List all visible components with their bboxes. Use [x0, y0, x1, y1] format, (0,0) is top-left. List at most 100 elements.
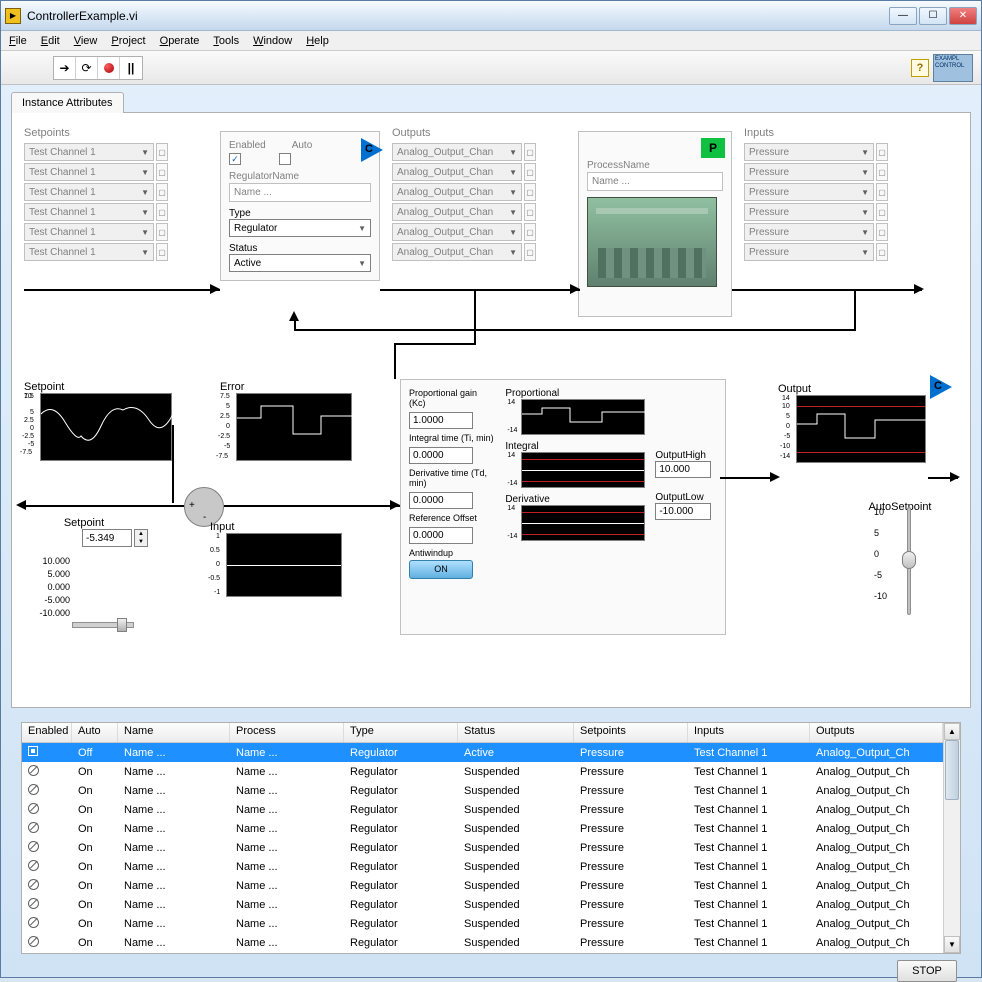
setpoint-select-0[interactable]: Test Channel 1▼: [24, 143, 154, 161]
output-dim-5[interactable]: ▢: [524, 243, 536, 261]
setpoint-slider[interactable]: [72, 622, 134, 628]
table-row[interactable]: On Name ... Name ... Regulator Suspended…: [22, 876, 943, 895]
status-select[interactable]: Active▼: [229, 254, 371, 272]
ti-input[interactable]: [409, 447, 473, 464]
table-row[interactable]: On Name ... Name ... Regulator Suspended…: [22, 914, 943, 933]
menu-help[interactable]: Help: [306, 35, 329, 47]
process-name-input[interactable]: [587, 172, 723, 191]
ref-input[interactable]: [409, 527, 473, 544]
output-dim-1[interactable]: ▢: [524, 163, 536, 181]
setpoint-select-4[interactable]: Test Channel 1▼: [24, 223, 154, 241]
scroll-up-button[interactable]: ▲: [944, 723, 960, 740]
setpoint-spinner[interactable]: ▲▼: [134, 529, 148, 547]
th-status[interactable]: Status: [458, 723, 574, 742]
kc-input[interactable]: [409, 412, 473, 429]
table-row[interactable]: On Name ... Name ... Regulator Suspended…: [22, 762, 943, 781]
th-outputs[interactable]: Outputs: [810, 723, 943, 742]
slider-thumb[interactable]: [117, 618, 127, 632]
menu-window[interactable]: Window: [253, 35, 292, 47]
output-select-1[interactable]: Analog_Output_Chan▼: [392, 163, 522, 181]
setpoint-dim-0[interactable]: ▢: [156, 143, 168, 161]
enabled-checkbox[interactable]: ✓: [229, 153, 241, 165]
auto-checkbox[interactable]: [279, 153, 291, 165]
input-dim-0[interactable]: ▢: [876, 143, 888, 161]
close-button[interactable]: ✕: [949, 7, 977, 25]
setpoint-dim-4[interactable]: ▢: [156, 223, 168, 241]
minimize-button[interactable]: —: [889, 7, 917, 25]
menu-operate[interactable]: Operate: [160, 35, 200, 47]
output-select-5[interactable]: Analog_Output_Chan▼: [392, 243, 522, 261]
setpoint-dim-2[interactable]: ▢: [156, 183, 168, 201]
scale-tick: -10: [874, 591, 887, 602]
menu-edit[interactable]: Edit: [41, 35, 60, 47]
menu-file[interactable]: File: [9, 35, 27, 47]
input-select-3[interactable]: Pressure▼: [744, 203, 874, 221]
input-dim-1[interactable]: ▢: [876, 163, 888, 181]
abort-button[interactable]: [98, 57, 120, 79]
menu-view[interactable]: View: [74, 35, 98, 47]
run-continuous-button[interactable]: ⟳: [76, 57, 98, 79]
input-select-1[interactable]: Pressure▼: [744, 163, 874, 181]
th-process[interactable]: Process: [230, 723, 344, 742]
td-input[interactable]: [409, 492, 473, 509]
antiwindup-button[interactable]: ON: [409, 560, 473, 579]
setpoint-dim-3[interactable]: ▢: [156, 203, 168, 221]
output-dim-2[interactable]: ▢: [524, 183, 536, 201]
table-scrollbar[interactable]: ▲ ▼: [943, 723, 960, 953]
menu-project[interactable]: Project: [111, 35, 145, 47]
stop-button[interactable]: STOP: [897, 960, 957, 982]
help-icon[interactable]: ?: [911, 59, 929, 77]
slider-thumb[interactable]: [902, 551, 916, 569]
input-select-0[interactable]: Pressure▼: [744, 143, 874, 161]
th-setpoints[interactable]: Setpoints: [574, 723, 688, 742]
output-low-input[interactable]: [655, 503, 711, 520]
input-dim-4[interactable]: ▢: [876, 223, 888, 241]
output-select-3[interactable]: Analog_Output_Chan▼: [392, 203, 522, 221]
output-dim-3[interactable]: ▢: [524, 203, 536, 221]
setpoint-value[interactable]: -5.349: [82, 529, 132, 547]
table-row[interactable]: On Name ... Name ... Regulator Suspended…: [22, 857, 943, 876]
connector-pane[interactable]: EXAMPL CONTROL: [933, 54, 973, 82]
th-name[interactable]: Name: [118, 723, 230, 742]
output-select-2[interactable]: Analog_Output_Chan▼: [392, 183, 522, 201]
table-row[interactable]: Off Name ... Name ... Regulator Active P…: [22, 743, 943, 762]
setpoint-select-3[interactable]: Test Channel 1▼: [24, 203, 154, 221]
output-select-0[interactable]: Analog_Output_Chan▼: [392, 143, 522, 161]
th-type[interactable]: Type: [344, 723, 458, 742]
th-auto[interactable]: Auto: [72, 723, 118, 742]
setpoint-dim-5[interactable]: ▢: [156, 243, 168, 261]
scroll-down-button[interactable]: ▼: [944, 936, 960, 953]
maximize-button[interactable]: ☐: [919, 7, 947, 25]
autosetpoint-slider[interactable]: 10 5 0 -5 -10: [900, 507, 918, 615]
menu-tools[interactable]: Tools: [213, 35, 239, 47]
table-row[interactable]: On Name ... Name ... Regulator Suspended…: [22, 800, 943, 819]
th-inputs[interactable]: Inputs: [688, 723, 810, 742]
table-row[interactable]: On Name ... Name ... Regulator Suspended…: [22, 933, 943, 952]
setpoint-select-1[interactable]: Test Channel 1▼: [24, 163, 154, 181]
input-select-2[interactable]: Pressure▼: [744, 183, 874, 201]
setpoint-dim-1[interactable]: ▢: [156, 163, 168, 181]
setpoint-select-5[interactable]: Test Channel 1▼: [24, 243, 154, 261]
pause-button[interactable]: ||: [120, 57, 142, 79]
scrollbar-thumb[interactable]: [945, 740, 959, 800]
type-select[interactable]: Regulator▼: [229, 219, 371, 237]
input-select-5[interactable]: Pressure▼: [744, 243, 874, 261]
input-dim-5[interactable]: ▢: [876, 243, 888, 261]
output-high-input[interactable]: [655, 461, 711, 478]
regulator-name-input[interactable]: [229, 183, 371, 202]
setpoint-select-2[interactable]: Test Channel 1▼: [24, 183, 154, 201]
input-dim-2[interactable]: ▢: [876, 183, 888, 201]
run-button[interactable]: ➔: [54, 57, 76, 79]
input-dim-3[interactable]: ▢: [876, 203, 888, 221]
table-row[interactable]: On Name ... Name ... Regulator Suspended…: [22, 781, 943, 800]
table-row[interactable]: On Name ... Name ... Regulator Suspended…: [22, 895, 943, 914]
table-row[interactable]: On Name ... Name ... Regulator Suspended…: [22, 838, 943, 857]
table-row[interactable]: On Name ... Name ... Regulator Suspended…: [22, 819, 943, 838]
th-enabled[interactable]: Enabled: [22, 723, 72, 742]
tab-instance-attributes[interactable]: Instance Attributes: [11, 92, 124, 113]
output-dim-4[interactable]: ▢: [524, 223, 536, 241]
output-dim-0[interactable]: ▢: [524, 143, 536, 161]
output-select-4[interactable]: Analog_Output_Chan▼: [392, 223, 522, 241]
proportional-chart: [521, 399, 645, 435]
input-select-4[interactable]: Pressure▼: [744, 223, 874, 241]
